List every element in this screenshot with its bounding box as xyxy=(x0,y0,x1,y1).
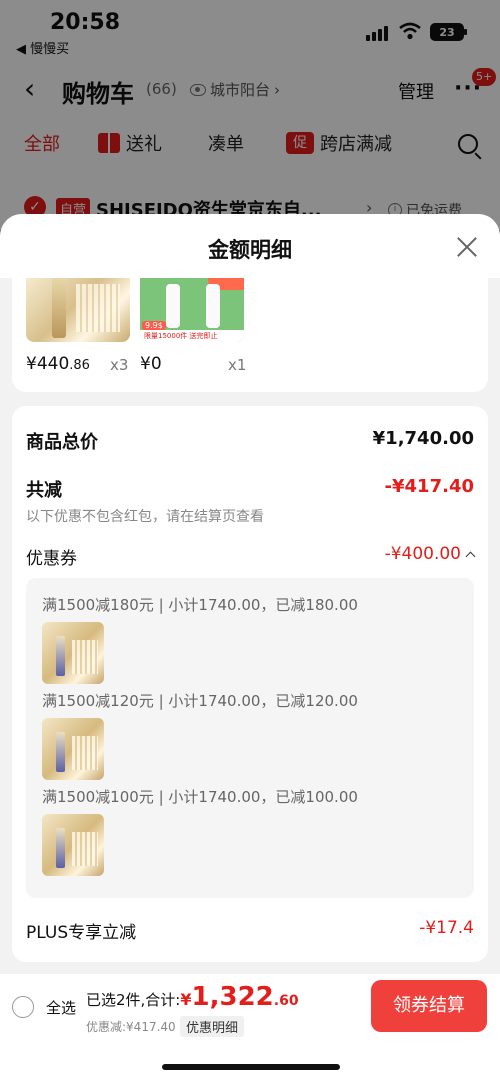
price-breakdown-card: 商品总价 ¥1,740.00 共减 -¥417.40 以下优惠不包含红包，请在结… xyxy=(12,406,488,962)
sheet-header: 金额明细 xyxy=(0,214,500,278)
select-all-label[interactable]: 全选 xyxy=(46,997,76,1018)
product-image[interactable]: 9.9$ 限量15000件 送完即止 xyxy=(140,278,244,342)
product-image[interactable] xyxy=(26,278,130,342)
reduce-label: 共减 xyxy=(26,480,62,501)
coupon-product-image xyxy=(42,622,104,684)
product-price: ¥440.86 xyxy=(26,354,90,374)
bottle-shape xyxy=(166,284,180,328)
coupon-value: -¥400.00 xyxy=(384,544,461,564)
coupon-list: 满1500减180元 | 小计1740.00，已减180.00 满1500减12… xyxy=(26,578,474,898)
coupon-item: 满1500减180元 | 小计1740.00，已减180.00 xyxy=(42,596,358,614)
sheet-title: 金额明细 xyxy=(208,238,292,262)
total-amount: 1,322 xyxy=(191,982,274,1012)
order-total: 已选2件,合计: ¥ 1,322 .60 xyxy=(86,982,299,1012)
plus-discount-value: -¥17.4 xyxy=(419,918,474,938)
product-price-tag: 9.9$ xyxy=(142,321,166,330)
product-quantity: x3 xyxy=(110,356,129,374)
checkout-bar: 全选 已选2件,合计: ¥ 1,322 .60 优惠减:¥417.40 优惠明细… xyxy=(0,974,500,1081)
discount-detail-link[interactable]: 优惠明细 xyxy=(180,1016,245,1037)
coupon-product-image xyxy=(42,814,104,876)
goods-summary-card: 9.9$ 限量15000件 送完即止 ¥440.86 x3 ¥0 x1 xyxy=(12,278,488,392)
coupon-item: 满1500减100元 | 小计1740.00，已减100.00 xyxy=(42,788,358,806)
coupon-label: 优惠券 xyxy=(26,549,77,569)
checkout-button[interactable]: 领券结算 xyxy=(371,980,487,1032)
close-icon[interactable] xyxy=(456,236,478,258)
total-prefix: 已选2件,合计: xyxy=(86,991,181,1009)
amount-detail-sheet: 金额明细 9.9$ 限量15000件 送完即止 ¥440.86 x3 ¥0 x1… xyxy=(0,214,500,1081)
saved-amount: 优惠减:¥417.40 xyxy=(86,1020,176,1034)
reduce-value: -¥417.40 xyxy=(384,476,474,497)
home-indicator xyxy=(162,1064,340,1070)
reduce-note: 以下优惠不包含红包，请在结算页查看 xyxy=(26,509,264,525)
chevron-up-icon xyxy=(465,551,476,561)
currency-symbol: ¥ xyxy=(180,990,192,1009)
product-quantity: x1 xyxy=(228,356,247,374)
coupon-toggle[interactable]: -¥400.00 xyxy=(384,544,476,564)
product-limit-strip: 限量15000件 送完即止 xyxy=(140,330,244,342)
product-price: ¥0 xyxy=(140,354,162,374)
total-value: ¥1,740.00 xyxy=(372,428,474,449)
coupon-item: 满1500减120元 | 小计1740.00，已减120.00 xyxy=(42,692,358,710)
total-decimal: .60 xyxy=(273,993,299,1009)
coupon-product-image xyxy=(42,718,104,780)
plus-discount-label: PLUS专享立减 xyxy=(26,923,137,943)
bottle-shape xyxy=(206,284,220,328)
select-all-checkbox[interactable] xyxy=(12,996,34,1018)
total-label: 商品总价 xyxy=(26,432,98,453)
